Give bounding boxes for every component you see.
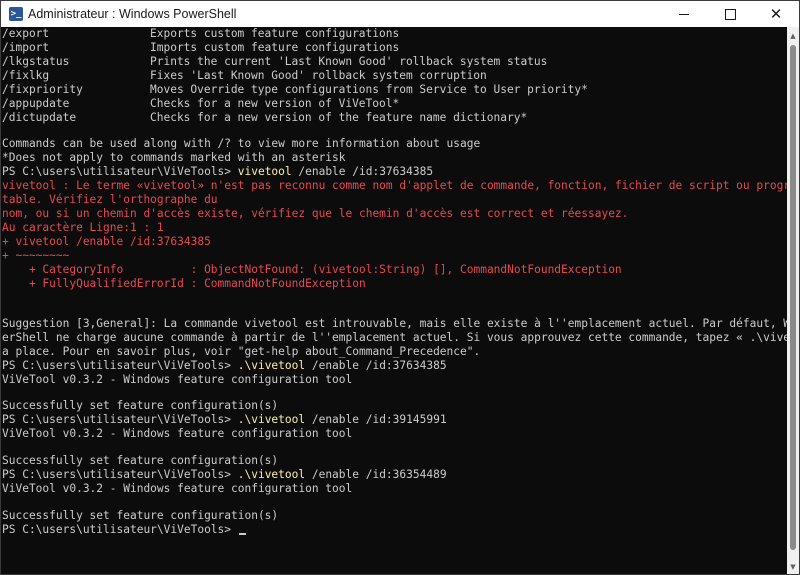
- help-row: /import Imports custom feature configurat…: [2, 41, 399, 55]
- help-command: /fixpriority: [2, 83, 83, 96]
- prompt: PS C:\users\utilisateur\ViVeTools>: [2, 468, 238, 481]
- help-row: /appupdate Checks for a new version of Vi…: [2, 97, 399, 111]
- command-name: .\vivetool: [237, 468, 306, 481]
- error-line: + FullyQualifiedErrorId : CommandNotFoun…: [2, 277, 366, 290]
- minimize-icon: [679, 13, 689, 15]
- powershell-icon[interactable]: >_: [9, 7, 23, 21]
- help-command: /fixlkg: [2, 69, 50, 82]
- command-args: /enable /id:39145991: [305, 413, 447, 426]
- help-command: /import: [2, 41, 50, 54]
- help-description: Prints the current 'Last Known Good' rol…: [150, 55, 548, 68]
- suggestion-line: a place. Pour en savoir plus, voir "get-…: [2, 345, 481, 358]
- command-args: /enable /id:37634385: [291, 165, 434, 178]
- help-description: Checks for a new version of the feature …: [150, 111, 528, 124]
- command-args: /enable /id:37634385: [305, 359, 447, 372]
- asterisk-note: *Does not apply to commands marked with …: [2, 151, 346, 164]
- help-command: /dictupdate: [2, 111, 77, 124]
- error-line: vivetool : Le terme «vivetool» n'est pas…: [2, 179, 787, 192]
- prompt: PS C:\users\utilisateur\ViVeTools>: [2, 413, 238, 426]
- current-prompt[interactable]: PS C:\users\utilisateur\ViVeTools>: [2, 523, 246, 537]
- vertical-scrollbar[interactable]: ▲ ▼: [787, 27, 799, 574]
- help-command: /appupdate: [2, 97, 70, 110]
- help-row: /export Exports custom feature configurat…: [2, 27, 399, 41]
- maximize-icon: [724, 8, 736, 20]
- powershell-icon-glyph: >_: [10, 9, 22, 19]
- minimize-button[interactable]: [661, 1, 707, 27]
- prompt: PS C:\users\utilisateur\ViVeTools>: [2, 165, 238, 178]
- prompt: PS C:\users\utilisateur\ViVeTools>: [2, 523, 238, 536]
- powershell-window: >_ Administrateur : Windows PowerShell ✕…: [0, 0, 800, 575]
- close-button[interactable]: ✕: [753, 1, 799, 27]
- error-line: + vivetool /enable /id:37634385: [2, 235, 211, 248]
- help-row: /fixpriority Moves Override type configur…: [2, 83, 588, 97]
- window-title: Administrateur : Windows PowerShell: [28, 7, 237, 21]
- command-line: PS C:\users\utilisateur\ViVeTools> .\viv…: [2, 359, 447, 373]
- help-description: Checks for a new version of ViVeTool*: [150, 97, 400, 110]
- prompt: PS C:\users\utilisateur\ViVeTools>: [2, 359, 238, 372]
- error-line: + CategoryInfo : ObjectNotFound: (viveto…: [2, 263, 622, 276]
- help-description: Fixes 'Last Known Good' rollback system …: [150, 69, 487, 82]
- command-line: PS C:\users\utilisateur\ViVeTools> vivet…: [2, 165, 433, 179]
- maximize-button[interactable]: [707, 1, 753, 27]
- usage-note: Commands can be used along with /? to vi…: [2, 137, 481, 150]
- help-row: /lkgstatus Prints the current 'Last Known…: [2, 55, 547, 69]
- command-name: .\vivetool: [237, 413, 306, 426]
- scroll-up-arrow-icon[interactable]: ▲: [787, 31, 799, 41]
- help-command: /lkgstatus: [2, 55, 70, 68]
- error-line: nom, ou si un chemin d'accès existe, vér…: [2, 207, 629, 220]
- help-description: Exports custom feature configurations: [150, 27, 400, 40]
- error-line: Au caractère Ligne:1 : 1: [2, 221, 164, 234]
- help-command: /export: [2, 27, 50, 40]
- scroll-down-arrow-icon[interactable]: ▼: [787, 562, 799, 572]
- help-row: /fixlkg Fixes 'Last Known Good' rollback …: [2, 69, 487, 83]
- tool-banner: ViVeTool v0.3.2 - Windows feature config…: [2, 482, 353, 495]
- suggestion-line: Suggestion [3,General]: La commande vive…: [2, 317, 787, 330]
- command-name: .\vivetool: [237, 359, 306, 372]
- title-bar[interactable]: >_ Administrateur : Windows PowerShell ✕: [1, 1, 799, 27]
- error-line: + ~~~~~~~~: [2, 249, 70, 262]
- command-args: /enable /id:36354489: [305, 468, 447, 481]
- suggestion-line: erShell ne charge aucune commande à part…: [2, 331, 787, 344]
- help-description: Moves Override type configurations from …: [150, 83, 588, 96]
- tool-banner: ViVeTool v0.3.2 - Windows feature config…: [2, 373, 353, 386]
- tool-banner: ViVeTool v0.3.2 - Windows feature config…: [2, 427, 353, 440]
- scrollbar-thumb[interactable]: [790, 45, 796, 550]
- close-icon: ✕: [769, 5, 783, 23]
- success-message: Successfully set feature configuration(s…: [2, 399, 279, 412]
- console-output[interactable]: /export Exports custom feature configurat…: [1, 27, 787, 574]
- command-line: PS C:\users\utilisateur\ViVeTools> .\viv…: [2, 413, 447, 427]
- help-row: /dictupdate Checks for a new version of t…: [2, 111, 527, 125]
- success-message: Successfully set feature configuration(s…: [2, 454, 279, 467]
- command-name: vivetool: [237, 165, 292, 178]
- text-cursor: [238, 533, 246, 535]
- error-line: table. Vérifiez l'orthographe du: [2, 193, 218, 206]
- success-message: Successfully set feature configuration(s…: [2, 509, 279, 522]
- command-line: PS C:\users\utilisateur\ViVeTools> .\viv…: [2, 468, 447, 482]
- help-description: Imports custom feature configurations: [150, 41, 400, 54]
